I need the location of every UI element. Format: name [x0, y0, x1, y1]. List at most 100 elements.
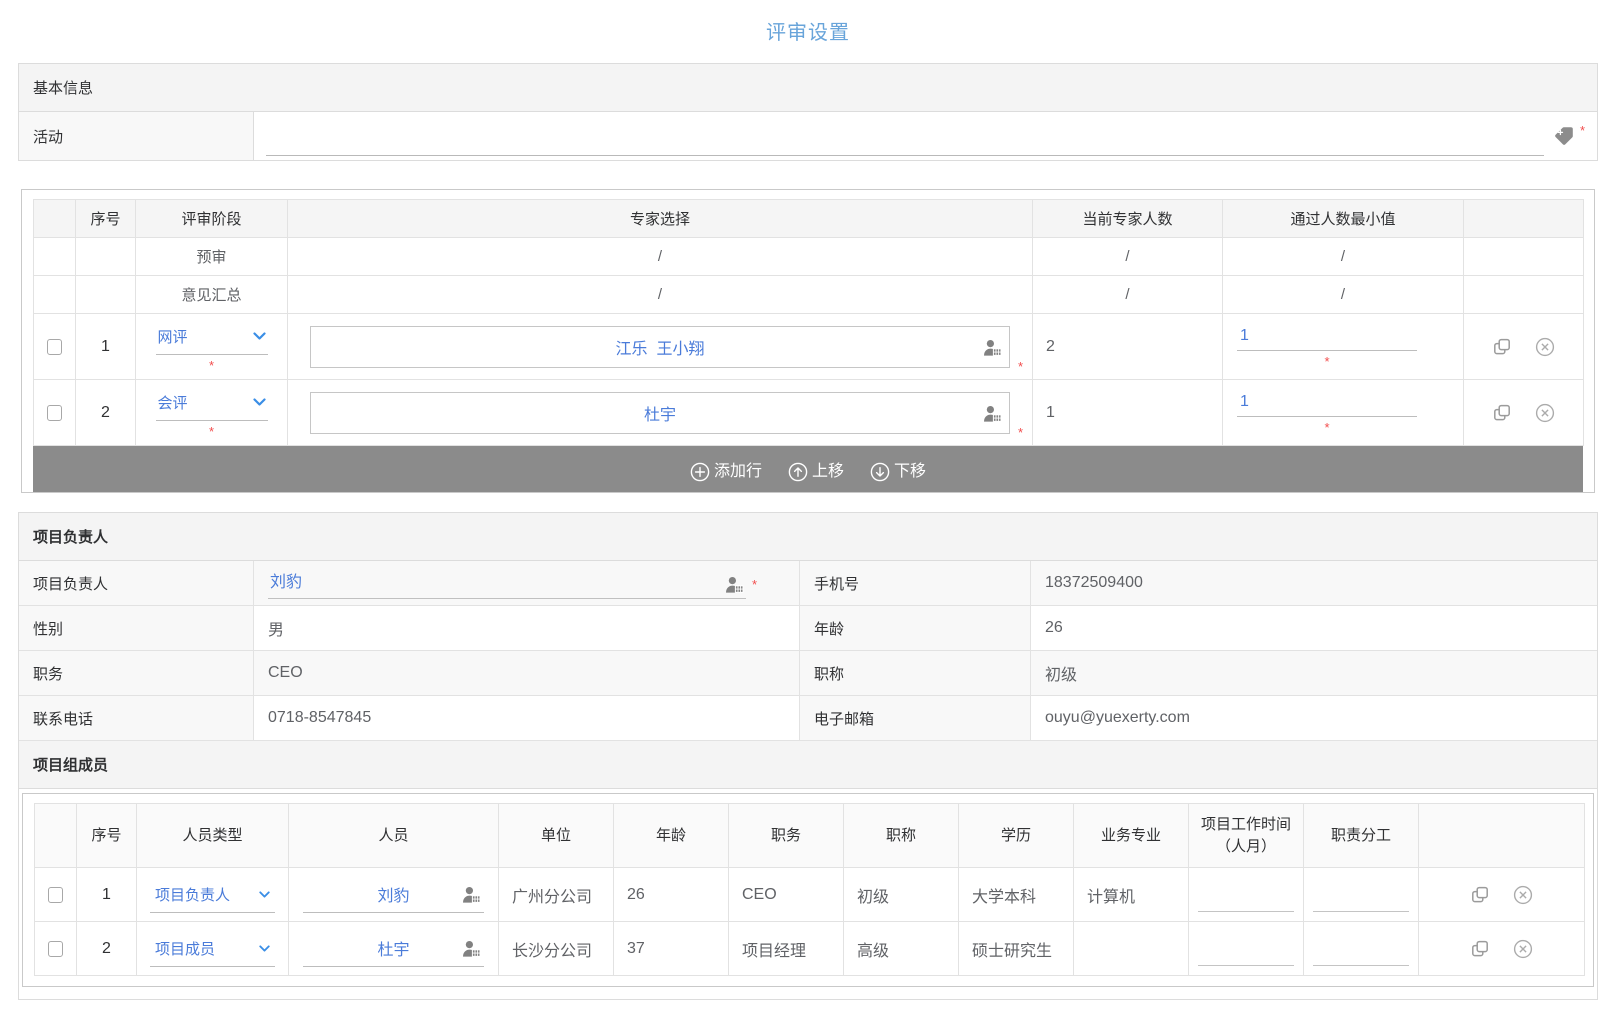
- stage-select-value: 网评: [158, 326, 188, 347]
- expert-select-box[interactable]: 江乐 王小翔 *: [310, 326, 1010, 368]
- fixed-row-summary: 意见汇总 / / /: [34, 276, 1584, 314]
- review-settings-page: 评审设置 基本信息 活动 * 序号: [0, 0, 1616, 1030]
- delete-circle-x-icon[interactable]: [1513, 939, 1533, 959]
- person-select[interactable]: 刘豹: [303, 877, 484, 913]
- add-row-button[interactable]: 添加行: [690, 457, 762, 481]
- person-type-select[interactable]: 项目成员: [150, 931, 275, 967]
- person-select-icon[interactable]: [462, 939, 481, 957]
- leader-person-input[interactable]: 刘豹 *: [268, 568, 757, 599]
- email-value: ouyu@yuexerty.com: [1031, 696, 1597, 740]
- duty-input[interactable]: [1313, 886, 1409, 912]
- person-type-value: 项目负责人: [155, 884, 230, 905]
- min-pass-input[interactable]: 1 *: [1237, 393, 1417, 432]
- specialty-value: 计算机: [1074, 868, 1189, 922]
- age-value: 37: [614, 922, 729, 976]
- review-row-1: 1 网评 * 江乐 王小翔: [34, 314, 1584, 380]
- header-unit: 单位: [499, 804, 614, 868]
- row-seq: 1: [76, 314, 136, 380]
- expert-select-box[interactable]: 杜宇 *: [310, 392, 1010, 434]
- header-title: 职称: [844, 804, 959, 868]
- education-value: 大学本科: [959, 868, 1074, 922]
- person-select-icon[interactable]: [462, 885, 481, 903]
- row-checkbox[interactable]: [47, 339, 62, 355]
- age-value: 26: [614, 868, 729, 922]
- title-label: 职称: [799, 651, 1031, 695]
- required-asterisk: *: [209, 358, 214, 373]
- phone-value: 18372509400: [1031, 561, 1597, 605]
- position-label: 职务: [19, 651, 254, 695]
- row-checkbox[interactable]: [47, 405, 62, 421]
- row-seq: 2: [77, 922, 137, 976]
- delete-circle-x-icon[interactable]: [1535, 403, 1555, 423]
- page-title: 评审设置: [18, 0, 1598, 63]
- move-up-button[interactable]: 上移: [788, 457, 844, 481]
- copy-icon[interactable]: [1470, 939, 1490, 959]
- row-seq: 2: [76, 380, 136, 446]
- unit-value: 长沙分公司: [499, 922, 614, 976]
- position-value: 项目经理: [729, 922, 844, 976]
- chevron-down-icon: [253, 332, 266, 340]
- position-value: CEO: [729, 868, 844, 922]
- header-education: 学历: [959, 804, 1074, 868]
- chevron-down-icon: [259, 945, 270, 952]
- stage-select[interactable]: 网评 *: [156, 324, 268, 370]
- person-select[interactable]: 杜宇: [303, 931, 484, 967]
- specialty-value: [1074, 922, 1189, 976]
- copy-icon[interactable]: [1492, 337, 1512, 357]
- move-up-label: 上移: [812, 457, 844, 481]
- tag-icon[interactable]: [1554, 126, 1574, 146]
- header-work-months: 项目工作时间（人月）: [1189, 804, 1304, 868]
- header-seq: 序号: [76, 200, 136, 238]
- members-table-panel: 序号 人员类型 人员 单位 年龄 职务 职称 学历 业务专业 项目工作时间（人月…: [22, 793, 1594, 987]
- count-placeholder: /: [1033, 238, 1223, 276]
- current-expert-count: 2: [1033, 314, 1223, 380]
- chevron-down-icon: [253, 398, 266, 406]
- leader-row-4: 联系电话 0718-8547845 电子邮箱 ouyu@yuexerty.com: [19, 696, 1597, 741]
- person-select-icon[interactable]: [725, 575, 744, 593]
- required-asterisk: *: [1018, 360, 1023, 373]
- required-asterisk: *: [1580, 124, 1585, 137]
- row-seq: 1: [77, 868, 137, 922]
- leader-row-3: 职务 CEO 职称 初级: [19, 651, 1597, 696]
- row-checkbox[interactable]: [48, 941, 63, 957]
- member-row-1: 1 项目负责人 刘豹: [35, 868, 1585, 922]
- person-type-select[interactable]: 项目负责人: [150, 877, 275, 913]
- duty-input[interactable]: [1313, 940, 1409, 966]
- person-select-icon[interactable]: [983, 404, 1002, 422]
- chevron-down-icon: [259, 891, 270, 898]
- min-placeholder: /: [1223, 238, 1464, 276]
- header-person: 人员: [289, 804, 499, 868]
- required-asterisk: *: [1324, 420, 1329, 435]
- leader-person-link[interactable]: 刘豹: [270, 568, 302, 592]
- review-table-panel: 序号 评审阶段 专家选择 当前专家人数 通过人数最小值 预审 / / /: [21, 189, 1595, 493]
- work-months-input[interactable]: [1198, 886, 1294, 912]
- person-type-value: 项目成员: [155, 938, 215, 959]
- basic-info-header: 基本信息: [19, 64, 1597, 112]
- leader-row-1: 项目负责人 刘豹 * 手机号 18372509400: [19, 561, 1597, 606]
- work-months-input[interactable]: [1198, 940, 1294, 966]
- stage-select[interactable]: 会评 *: [156, 390, 268, 436]
- review-table-toolbar: 添加行 上移 下移: [33, 446, 1583, 492]
- member-row-2: 2 项目成员 杜宇: [35, 922, 1585, 976]
- person-select-icon[interactable]: [983, 338, 1002, 356]
- current-expert-count: 1: [1033, 380, 1223, 446]
- delete-circle-x-icon[interactable]: [1513, 885, 1533, 905]
- review-row-2: 2 会评 * 杜宇: [34, 380, 1584, 446]
- required-asterisk: *: [752, 578, 757, 591]
- stage-name: 预审: [136, 238, 288, 276]
- header-seq: 序号: [77, 804, 137, 868]
- age-value: 26: [1031, 606, 1597, 650]
- project-leader-section: 项目负责人 项目负责人 刘豹 * 手机号 18372509400 性别 男 年龄…: [18, 512, 1598, 1000]
- activity-input[interactable]: [266, 122, 1544, 156]
- unit-value: 广州分公司: [499, 868, 614, 922]
- row-checkbox[interactable]: [48, 887, 63, 903]
- experts-placeholder: /: [288, 276, 1033, 314]
- min-pass-input[interactable]: 1 *: [1237, 327, 1417, 366]
- move-down-button[interactable]: 下移: [870, 457, 926, 481]
- copy-icon[interactable]: [1470, 885, 1490, 905]
- delete-circle-x-icon[interactable]: [1535, 337, 1555, 357]
- copy-icon[interactable]: [1492, 403, 1512, 423]
- leader-row-2: 性别 男 年龄 26: [19, 606, 1597, 651]
- header-stage: 评审阶段: [136, 200, 288, 238]
- arrow-up-circle-icon: [788, 462, 808, 482]
